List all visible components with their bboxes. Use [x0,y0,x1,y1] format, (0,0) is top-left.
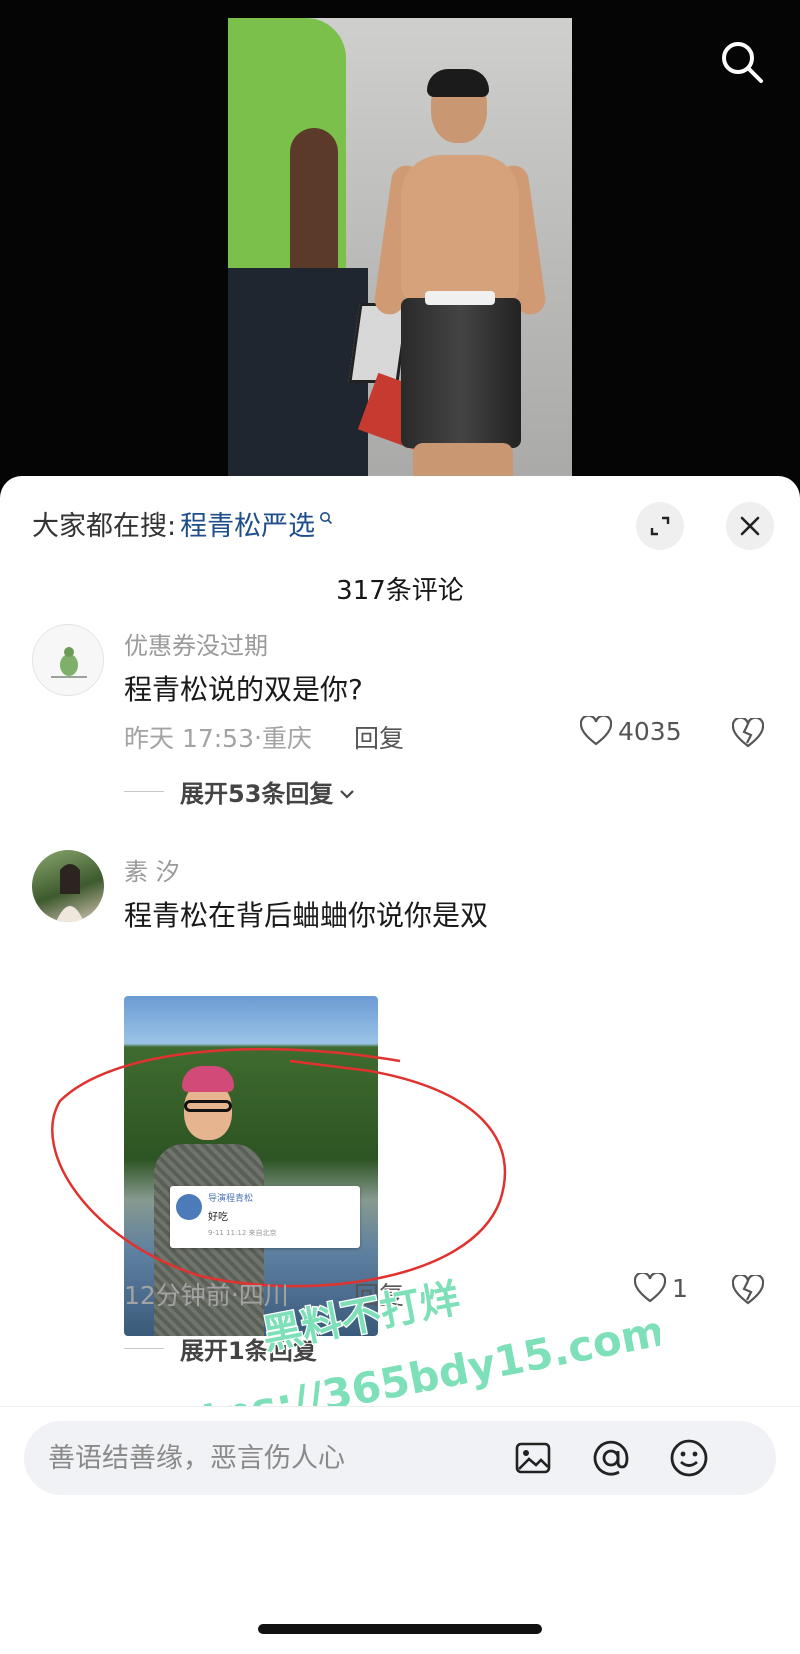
expand-replies-button[interactable]: 展开53条回复 [124,774,355,809]
small-search-icon [319,501,333,532]
close-icon[interactable] [726,502,774,550]
comment-time: 昨天 17:53 [124,724,254,753]
comment-text: 程青松说的双是你? [124,673,363,706]
hot-search-prefix: 大家都在搜: [32,511,177,542]
search-icon[interactable] [718,38,766,86]
home-indicator[interactable] [258,1624,542,1634]
video-player[interactable] [0,0,800,485]
image-icon[interactable] [512,1437,554,1479]
comment-input[interactable] [48,1421,528,1495]
like-count: 1 [672,1273,688,1303]
comment-location: 重庆 [261,724,312,753]
chevron-down-icon [339,778,355,806]
video-subject [372,69,548,485]
comment-username[interactable]: 素 汐 [124,852,180,887]
divider-line [124,791,164,792]
meta-separator: · [254,722,262,752]
broken-heart-icon[interactable] [731,1273,765,1309]
watermark-line1: 黑料不打烊 [259,1275,464,1358]
hot-search-term[interactable]: 程青松严选 [180,504,315,543]
broken-heart-icon[interactable] [731,716,765,752]
at-icon[interactable] [590,1437,632,1479]
expand-replies-label: 展开53条回复 [180,780,334,808]
comment-input-bar [0,1406,800,1536]
avatar[interactable] [32,624,104,696]
like-count: 4035 [618,716,682,746]
comment-meta: 昨天 17:53 · 重庆 [124,719,312,755]
hot-search-banner[interactable]: 大家都在搜: 程青松严选 [32,504,333,543]
comment-text: 程青松在背后蛐蛐你说你是双 [124,899,489,932]
comment-count-title: 317条评论 [336,576,464,606]
like-button[interactable]: 4035 [580,716,682,746]
heart-icon [580,716,612,746]
comment-username[interactable]: 优惠券没过期 [124,626,268,661]
emoji-icon[interactable] [668,1437,710,1479]
video-frame [228,18,572,485]
comment-input-box [24,1421,776,1495]
expand-icon[interactable] [636,502,684,550]
reply-button[interactable]: 回复 [354,719,404,755]
avatar[interactable] [32,850,104,922]
